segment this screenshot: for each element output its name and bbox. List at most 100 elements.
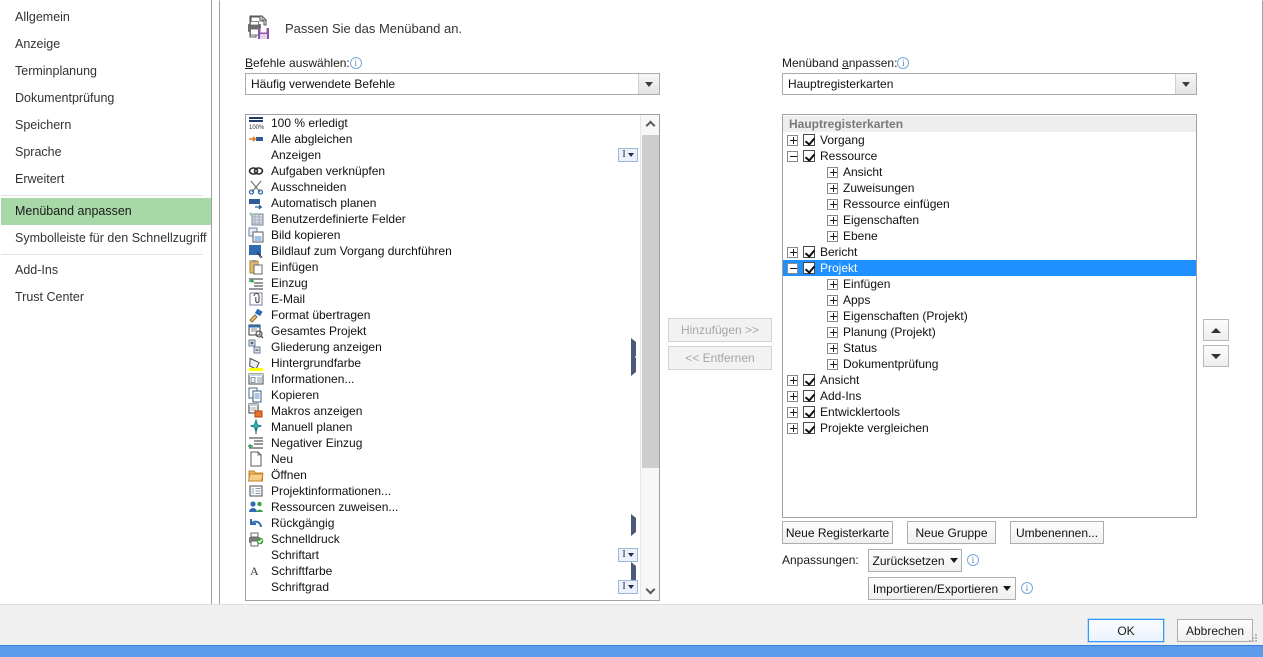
command-list-item[interactable]: Einzug xyxy=(246,275,640,291)
tree-item[interactable]: Ebene xyxy=(783,228,1196,244)
ok-button[interactable]: OK xyxy=(1087,618,1165,643)
command-list-item[interactable]: Negativer Einzug xyxy=(246,435,640,451)
expand-icon[interactable] xyxy=(827,198,838,210)
command-list-item[interactable]: Kopieren xyxy=(246,387,640,403)
expand-icon[interactable] xyxy=(787,246,798,258)
command-list-item[interactable]: Öffnen xyxy=(246,467,640,483)
gallery-dropdown-icon[interactable]: I xyxy=(618,548,638,562)
sidebar-item-add-ins[interactable]: Add-Ins xyxy=(1,257,211,284)
command-list-item[interactable]: Gliederung anzeigen xyxy=(246,338,640,360)
expand-icon[interactable] xyxy=(787,422,798,434)
command-list-item[interactable]: Einfügen xyxy=(246,259,640,275)
submenu-arrow-icon[interactable] xyxy=(631,514,636,536)
gallery-dropdown-icon[interactable]: I xyxy=(618,580,638,594)
new-tab-button[interactable]: Neue Registerkarte xyxy=(782,521,893,544)
command-list-item[interactable]: Projektinformationen... xyxy=(246,483,640,499)
expand-icon[interactable] xyxy=(787,134,798,146)
tree-item-checkbox[interactable] xyxy=(803,422,815,434)
command-list-item[interactable]: Ausschneiden xyxy=(246,179,640,195)
tree-item[interactable]: Vorgang xyxy=(783,132,1196,148)
command-list-item[interactable]: Bildlauf zum Vorgang durchführen xyxy=(246,243,640,259)
tree-item[interactable]: Projekt xyxy=(783,260,1196,276)
choose-commands-combobox[interactable]: Häufig verwendete Befehle xyxy=(245,73,660,95)
command-list-item[interactable]: Hintergrundfarbe xyxy=(246,354,640,376)
chevron-down-icon[interactable] xyxy=(1175,74,1196,94)
cancel-button[interactable]: Abbrechen xyxy=(1177,619,1253,642)
tree-item[interactable]: Ansicht xyxy=(783,372,1196,388)
command-list-item[interactable]: Rückgängig xyxy=(246,514,640,536)
add-button[interactable]: Hinzufügen >> xyxy=(668,318,772,342)
expand-icon[interactable] xyxy=(787,406,798,418)
tree-item[interactable]: Bericht xyxy=(783,244,1196,260)
command-list-item[interactable]: Benutzerdefinierte Felder xyxy=(246,211,640,227)
scroll-down-button[interactable] xyxy=(641,582,659,600)
expand-icon[interactable] xyxy=(787,374,798,386)
command-list-item[interactable]: Makros anzeigen xyxy=(246,403,640,419)
sidebar-item-sprache[interactable]: Sprache xyxy=(1,139,211,166)
tree-item-checkbox[interactable] xyxy=(803,406,815,418)
command-list-item[interactable]: Anzeigen I xyxy=(246,147,640,163)
expand-icon[interactable] xyxy=(827,230,838,242)
command-list-item[interactable]: Schriftgrad I xyxy=(246,579,640,595)
tree-item[interactable]: Ressource xyxy=(783,148,1196,164)
submenu-arrow-icon[interactable] xyxy=(631,354,636,376)
expand-icon[interactable] xyxy=(827,182,838,194)
expand-icon[interactable] xyxy=(827,214,838,226)
tree-item[interactable]: Eigenschaften (Projekt) xyxy=(783,308,1196,324)
tree-item[interactable]: Dokumentprüfung xyxy=(783,356,1196,372)
ribbon-tree-list[interactable]: Hauptregisterkarten Vorgang Ressource Ansic… xyxy=(782,114,1197,518)
tree-item[interactable]: Einfügen xyxy=(783,276,1196,292)
collapse-icon[interactable] xyxy=(787,150,798,162)
tree-item[interactable]: Eigenschaften xyxy=(783,212,1196,228)
expand-icon[interactable] xyxy=(827,342,838,354)
sidebar-item-speichern[interactable]: Speichern xyxy=(1,112,211,139)
move-up-button[interactable] xyxy=(1203,319,1229,341)
submenu-arrow-icon[interactable] xyxy=(631,562,636,584)
collapse-icon[interactable] xyxy=(787,262,798,274)
tree-item[interactable]: Projekte vergleichen xyxy=(783,420,1196,436)
tree-item-checkbox[interactable] xyxy=(803,390,815,402)
sidebar-item-trust-center[interactable]: Trust Center xyxy=(1,284,211,311)
command-list-item[interactable]: Schnelldruck xyxy=(246,531,640,547)
tree-item[interactable]: Planung (Projekt) xyxy=(783,324,1196,340)
command-list-item[interactable]: Bild kopieren xyxy=(246,227,640,243)
sidebar-item-terminplanung[interactable]: Terminplanung xyxy=(1,58,211,85)
expand-icon[interactable] xyxy=(827,278,838,290)
scroll-up-button[interactable] xyxy=(641,115,659,133)
scrollbar-thumb[interactable] xyxy=(642,135,659,468)
command-list-item[interactable]: A Schriftfarbe xyxy=(246,562,640,584)
tree-item[interactable]: Add-Ins xyxy=(783,388,1196,404)
command-list-item[interactable]: Aufgaben verknüpfen xyxy=(246,163,640,179)
sidebar-item-anzeige[interactable]: Anzeige xyxy=(1,31,211,58)
info-icon[interactable]: i xyxy=(967,554,979,566)
sidebar-item-erweitert[interactable]: Erweitert xyxy=(1,166,211,193)
command-list-item[interactable]: Schriftart I xyxy=(246,547,640,563)
tree-item[interactable]: Entwicklertools xyxy=(783,404,1196,420)
tree-item[interactable]: Zuweisungen xyxy=(783,180,1196,196)
new-group-button[interactable]: Neue Gruppe xyxy=(907,521,996,544)
command-list-item[interactable]: Manuell planen xyxy=(246,418,640,435)
tree-item-checkbox[interactable] xyxy=(803,134,815,146)
info-icon[interactable]: i xyxy=(349,57,362,69)
sidebar-item-allgemein[interactable]: Allgemein xyxy=(1,4,211,31)
expand-icon[interactable] xyxy=(827,358,838,370)
sidebar-item-men-band-anpassen[interactable]: Menüband anpassen xyxy=(1,198,211,225)
expand-icon[interactable] xyxy=(827,166,838,178)
tree-item-checkbox[interactable] xyxy=(803,374,815,386)
tree-item[interactable]: Ansicht xyxy=(783,164,1196,180)
command-list-item[interactable]: Neu xyxy=(246,451,640,467)
command-list-item[interactable]: Ressourcen zuweisen... xyxy=(246,499,640,515)
tree-item-checkbox[interactable] xyxy=(803,262,815,274)
tree-item[interactable]: Apps xyxy=(783,292,1196,308)
expand-icon[interactable] xyxy=(827,294,838,306)
commands-scrollbar[interactable] xyxy=(640,115,659,600)
reset-dropdown-button[interactable]: Zurücksetzen xyxy=(868,549,962,572)
move-down-button[interactable] xyxy=(1203,345,1229,367)
remove-button[interactable]: << Entfernen xyxy=(668,346,772,370)
expand-icon[interactable] xyxy=(827,326,838,338)
tree-item-checkbox[interactable] xyxy=(803,246,815,258)
expand-icon[interactable] xyxy=(787,390,798,402)
info-icon[interactable]: i xyxy=(1021,582,1033,594)
expand-icon[interactable] xyxy=(827,310,838,322)
import-export-dropdown-button[interactable]: Importieren/Exportieren xyxy=(868,577,1016,600)
